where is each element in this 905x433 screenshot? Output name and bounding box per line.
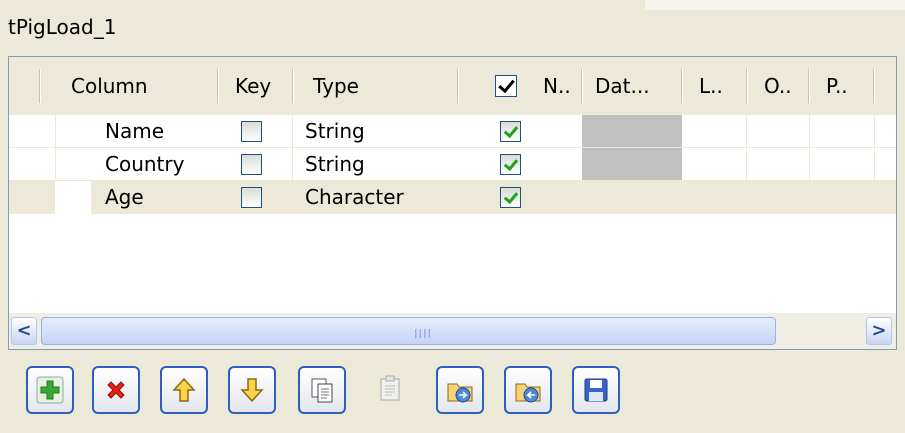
table-row[interactable]: Country String [9,148,896,181]
key-checkbox[interactable] [241,154,262,175]
schema-table: Column Key Type N.. Dat... L.. O.. P.. N… [8,56,897,350]
move-down-icon [240,378,264,403]
component-title: tPigLoad_1 [8,15,117,39]
save-icon [584,378,608,402]
move-up-button[interactable] [160,366,208,414]
export-icon [515,383,541,403]
header-length[interactable]: L.. [699,57,723,115]
header-precision[interactable]: P.. [826,57,848,115]
header-separator [292,69,294,103]
row-column-name[interactable]: Age [105,181,144,214]
row-type[interactable]: String [305,115,365,148]
horizontal-scrollbar[interactable]: < IIII > [9,313,896,349]
table-row-selected[interactable]: Age Character [9,181,896,214]
remove-button[interactable] [92,366,140,414]
date-pattern-cell [582,148,682,181]
copy-icon [311,378,333,403]
header-separator [217,69,219,103]
nullable-checkbox[interactable] [500,154,521,175]
nullable-checkbox[interactable] [500,121,521,142]
save-button[interactable] [572,366,620,414]
nullable-checkbox[interactable] [500,187,521,208]
scroll-left-button[interactable]: < [11,317,37,345]
table-header: Column Key Type N.. Dat... L.. O.. P.. [9,57,896,115]
header-separator [808,69,810,103]
paste-button[interactable] [368,366,416,414]
header-separator [457,69,459,103]
paste-icon [380,375,400,401]
header-key[interactable]: Key [235,57,271,115]
header-other[interactable]: O.. [764,57,792,115]
scroll-thumb[interactable]: IIII [41,317,776,345]
header-type[interactable]: Type [313,57,359,115]
import-icon [447,383,473,403]
header-separator [581,69,583,103]
nullable-all-checkbox[interactable] [495,75,517,97]
move-up-icon [172,377,196,402]
header-date-pattern[interactable]: Dat... [595,57,650,115]
row-handle [55,181,91,214]
header-separator [873,69,875,103]
key-checkbox[interactable] [241,187,262,208]
copy-button[interactable] [298,366,346,414]
add-icon [36,376,64,404]
row-type[interactable]: String [305,148,365,181]
add-button[interactable] [26,366,74,414]
import-button[interactable] [436,366,484,414]
move-down-button[interactable] [228,366,276,414]
header-separator [39,69,41,103]
header-separator [681,69,683,103]
key-checkbox[interactable] [241,121,262,142]
scroll-grip: IIII [414,327,433,341]
header-nullable[interactable]: N.. [543,57,571,115]
row-column-name[interactable]: Country [105,148,184,181]
top-strip [645,0,905,10]
remove-icon [107,381,125,399]
header-column[interactable]: Column [71,57,148,115]
row-type[interactable]: Character [305,181,404,214]
row-column-name[interactable]: Name [105,115,164,148]
date-pattern-cell [582,115,682,148]
header-separator [746,69,748,103]
scroll-right-button[interactable]: > [866,317,892,345]
table-row[interactable]: Name String [9,115,896,148]
export-button[interactable] [504,366,552,414]
